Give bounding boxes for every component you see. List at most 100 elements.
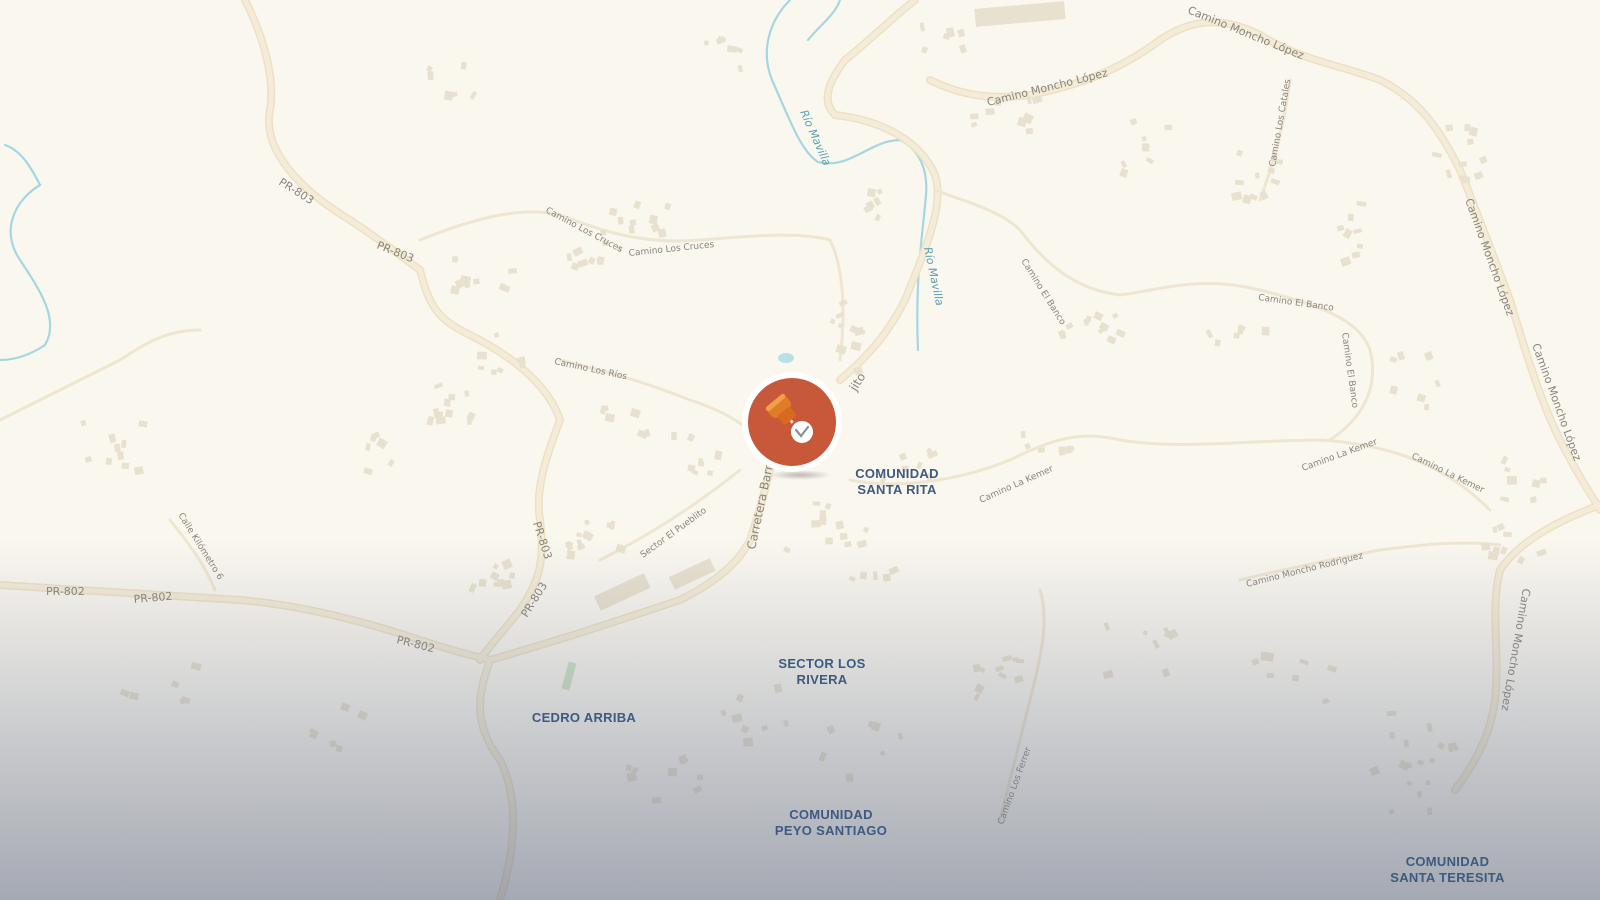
place-label-santa-rita: COMUNIDAD SANTA RITA (842, 466, 952, 498)
building (1291, 674, 1299, 682)
building (564, 540, 574, 551)
building (1389, 385, 1399, 395)
place-line: SANTA RITA (857, 482, 937, 497)
building (1445, 124, 1454, 132)
building (443, 90, 454, 101)
building (1142, 630, 1148, 636)
building (1351, 251, 1361, 259)
building (387, 458, 395, 467)
building (824, 502, 832, 510)
building (812, 501, 821, 506)
building (121, 462, 130, 470)
road-label: PR-802 (46, 585, 85, 598)
building (190, 661, 202, 671)
building (375, 437, 388, 450)
building (1141, 136, 1147, 142)
building (577, 258, 589, 268)
road-label: Camino El Banco (1339, 332, 1360, 409)
building (835, 344, 848, 355)
building (1164, 124, 1173, 131)
building (882, 573, 891, 582)
building (604, 412, 616, 423)
building (692, 785, 703, 794)
building (737, 64, 744, 73)
building (686, 433, 696, 443)
building (1516, 555, 1526, 565)
building (1406, 780, 1413, 787)
building (715, 35, 726, 45)
building (1431, 151, 1442, 158)
building (720, 709, 727, 717)
building (1529, 496, 1537, 504)
building (1145, 157, 1155, 165)
building (509, 572, 516, 579)
road-label: Camino Moncho López (986, 66, 1110, 109)
building (427, 71, 434, 81)
map-canvas[interactable]: PR-803 PR-803 PR-803 PR-803 PR-802 PR-80… (0, 0, 1600, 900)
building (969, 113, 979, 120)
building (1234, 179, 1244, 186)
pushpin-icon (742, 372, 842, 472)
large-building-2 (593, 573, 651, 611)
stream-top (806, 0, 842, 42)
road-label: Camino Moncho López (1186, 4, 1306, 63)
building (472, 278, 480, 285)
building (1260, 651, 1270, 661)
building (1389, 356, 1398, 363)
building (859, 571, 868, 580)
rivers (0, 0, 928, 362)
pond (778, 353, 794, 363)
building (581, 530, 595, 542)
building (626, 771, 638, 783)
building (1152, 639, 1160, 649)
building (1321, 697, 1330, 705)
place-line: COMUNIDAD (855, 466, 939, 481)
building (1020, 430, 1026, 439)
building (1093, 311, 1104, 322)
building (958, 44, 968, 54)
place-line: COMUNIDAD (1405, 854, 1490, 869)
building (1214, 339, 1221, 347)
road-label: PR-802 (133, 590, 173, 606)
building (1025, 128, 1033, 135)
building (1103, 621, 1111, 631)
building (426, 415, 435, 426)
building (1426, 722, 1432, 730)
building (625, 764, 632, 772)
field (561, 661, 577, 691)
building (657, 228, 667, 239)
building (133, 466, 144, 476)
building (1388, 808, 1395, 815)
road-label: Camino La Kemer (978, 464, 1055, 506)
building (117, 451, 125, 461)
building (648, 214, 659, 225)
building (1481, 542, 1491, 551)
building (843, 540, 852, 548)
building (460, 61, 467, 70)
building (919, 22, 926, 32)
building (1425, 780, 1431, 786)
building (845, 773, 854, 783)
building (1417, 759, 1425, 766)
place-line: SECTOR LOS (778, 656, 866, 671)
building (80, 419, 87, 427)
building (583, 519, 591, 526)
building (664, 202, 672, 211)
building (477, 365, 485, 371)
building (452, 256, 458, 263)
building (329, 739, 338, 748)
building (426, 65, 433, 73)
building (1141, 143, 1150, 152)
building (363, 467, 373, 476)
building (874, 213, 882, 222)
building (129, 691, 140, 701)
building (856, 539, 868, 549)
building (1437, 742, 1446, 750)
road-label: PR-803 (530, 520, 554, 561)
building (995, 665, 1005, 673)
building (335, 744, 343, 753)
location-marker[interactable] (740, 370, 844, 474)
building (434, 411, 443, 419)
building (1478, 155, 1488, 165)
place-line: CEDRO ARRIBA (531, 710, 637, 725)
